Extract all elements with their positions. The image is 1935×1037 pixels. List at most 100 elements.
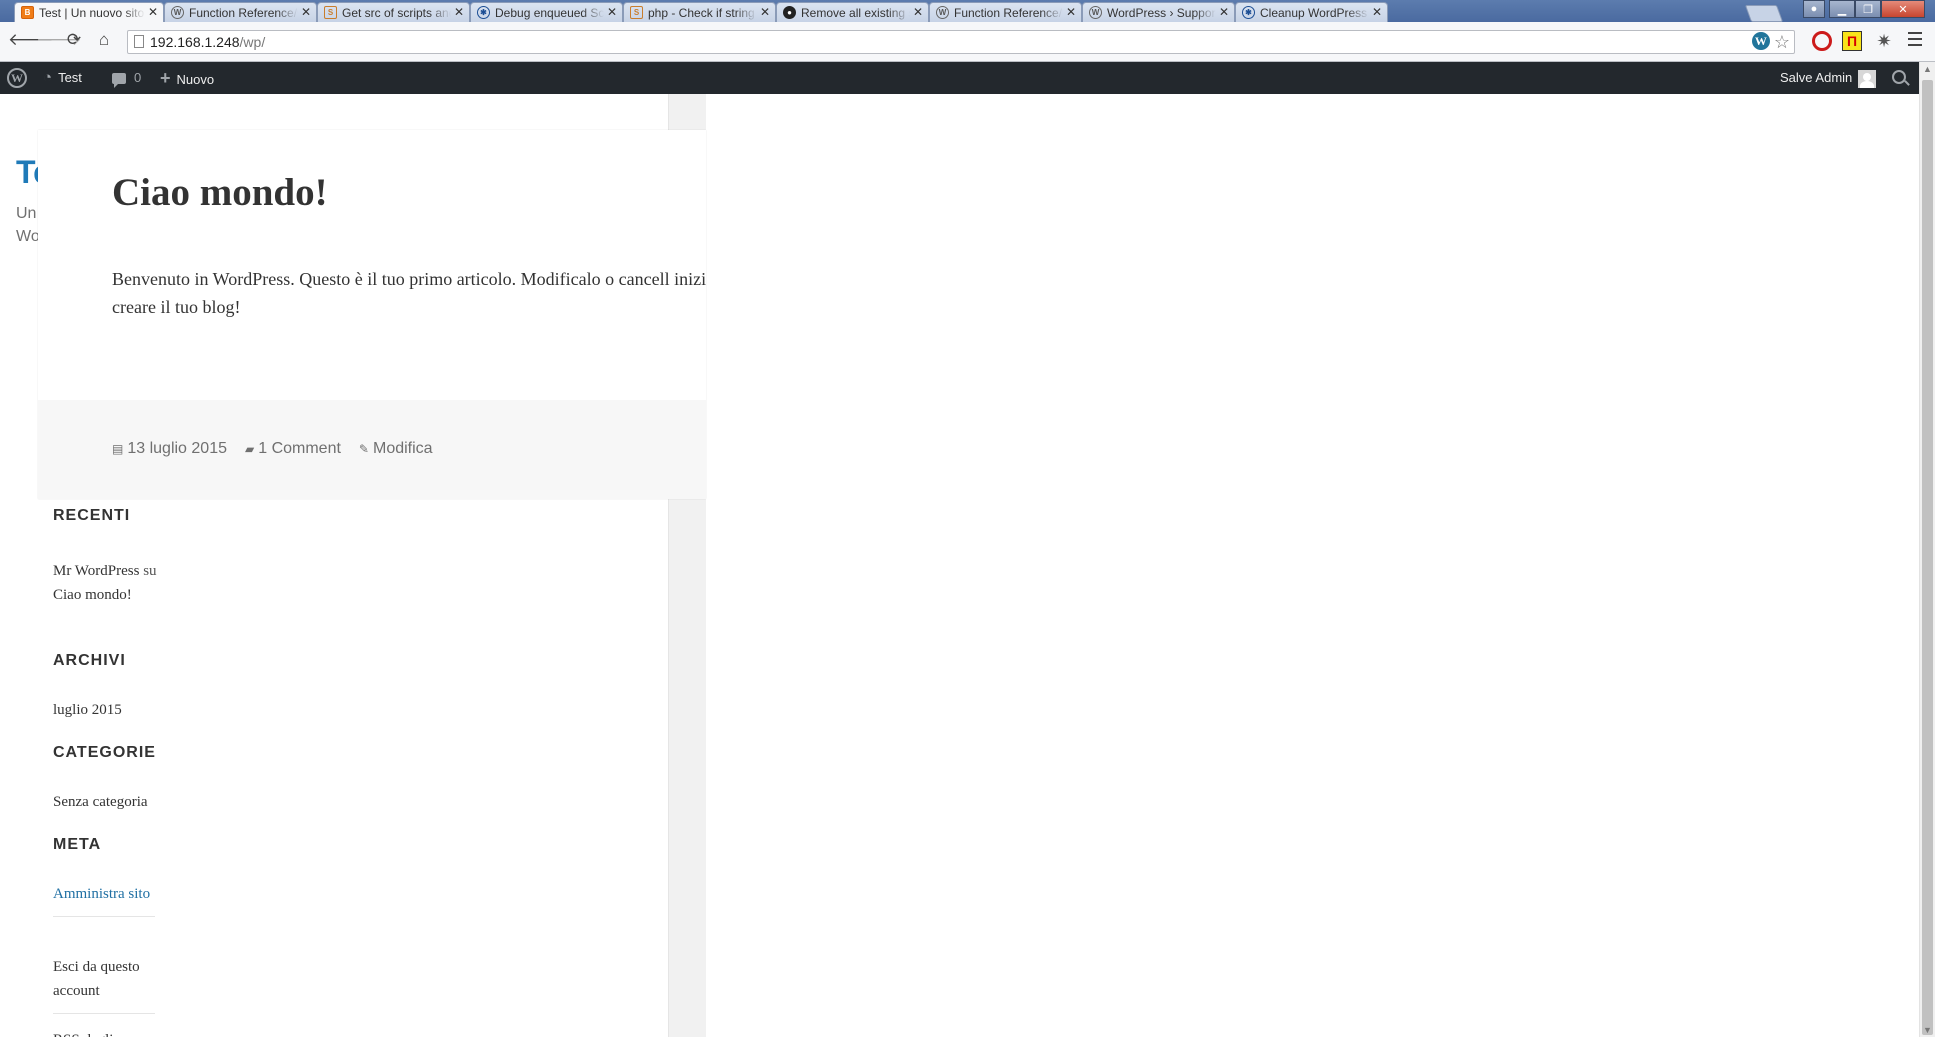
post-date-text: 13 luglio 2015 xyxy=(127,440,227,457)
post-footer: ▤ 13 luglio 2015 ▰ 1 Comment ✎ Modifica xyxy=(38,400,706,499)
adminbar-account[interactable]: Salve Admin xyxy=(1780,62,1877,94)
bookmark-star-icon[interactable]: ☆ xyxy=(1774,32,1790,52)
tab-debug-scripts[interactable]: ✱ Debug enqueued Scripts ✕ xyxy=(470,2,623,22)
close-tab-icon[interactable]: ✕ xyxy=(607,5,617,19)
user-profile-icon[interactable]: ● xyxy=(1803,0,1825,18)
tab-function-reference-1[interactable]: W Function Reference/wp fo ✕ xyxy=(164,2,317,22)
post-title[interactable]: Ciao mondo! xyxy=(112,170,328,215)
wp-admin-bar: W ◔ Test 0 + Nuovo Salve Admin xyxy=(0,62,1935,94)
wordpress-extension-icon[interactable]: W xyxy=(1751,32,1770,50)
wordpress-icon: W xyxy=(1089,6,1102,19)
tab-title: php - Check if string cont xyxy=(648,5,757,20)
meta-link-logout[interactable]: Esci da questo account xyxy=(53,955,155,1014)
calendar-icon: ▤ xyxy=(112,442,124,456)
tab-title: Function Reference/wp de xyxy=(954,5,1063,20)
close-tab-icon[interactable]: ✕ xyxy=(760,5,770,19)
url-host: 192.168.1.248 xyxy=(150,34,240,50)
page-icon xyxy=(134,35,144,48)
reload-icon[interactable]: ⟳ xyxy=(64,30,84,50)
tab-remove-scripts[interactable]: ● Remove all existing script ✕ xyxy=(776,2,929,22)
tab-get-src-scripts[interactable]: S Get src of scripts and style ✕ xyxy=(317,2,470,22)
close-tab-icon[interactable]: ✕ xyxy=(1372,5,1382,19)
wordpress-icon: W xyxy=(171,6,184,19)
close-window-button[interactable]: ✕ xyxy=(1881,0,1925,18)
post-comments-link[interactable]: ▰ 1 Comment xyxy=(245,440,341,458)
close-tab-icon[interactable]: ✕ xyxy=(148,5,158,19)
tab-wordpress-support[interactable]: W WordPress › Support » Re ✕ xyxy=(1082,2,1235,22)
magic-wand-extension-icon[interactable]: ✷ xyxy=(1874,31,1894,51)
post-edit-link[interactable]: ✎ Modifica xyxy=(359,440,433,458)
widget-title-meta: META xyxy=(53,836,102,853)
opera-extension-icon[interactable] xyxy=(1812,31,1832,51)
close-tab-icon[interactable]: ✕ xyxy=(301,5,311,19)
close-tab-icon[interactable]: ✕ xyxy=(454,5,464,19)
scroll-down-arrow-icon[interactable]: ▼ xyxy=(1923,1025,1932,1035)
tab-php-check-string[interactable]: S php - Check if string cont ✕ xyxy=(623,2,776,22)
meta-link-rss[interactable]: RSS degli xyxy=(53,1028,155,1037)
tab-strip: B Test | Un nuovo sito targa ✕ W Functio… xyxy=(0,0,1935,22)
category-link[interactable]: Senza categoria xyxy=(53,790,193,814)
widget-title-archives: ARCHIVI xyxy=(53,652,126,669)
stackoverflow-icon: S xyxy=(324,6,337,19)
browser-toolbar: 🡐 🡒 ⟳ ⌂ 192.168.1.248/wp/ W ☆ П ✷ xyxy=(0,22,1935,62)
tab-title: WordPress › Support » Re xyxy=(1107,5,1216,20)
tab-function-reference-2[interactable]: W Function Reference/wp de ✕ xyxy=(929,2,1082,22)
stackoverflow-icon: S xyxy=(630,6,643,19)
extension-p-icon[interactable]: П xyxy=(1842,31,1862,51)
wordpress-icon: W xyxy=(936,6,949,19)
recent-comment-item: Mr WordPress su Ciao mondo! xyxy=(53,559,158,607)
tab-title: Get src of scripts and style xyxy=(342,5,451,20)
tab-title: Remove all existing script xyxy=(801,5,910,20)
comment-icon: ▰ xyxy=(244,442,255,456)
address-bar[interactable]: 192.168.1.248/wp/ W ☆ xyxy=(127,30,1795,54)
close-tab-icon[interactable]: ✕ xyxy=(1066,5,1076,19)
window-controls: ● ▁ ❐ ✕ xyxy=(1803,0,1925,18)
close-tab-icon[interactable]: ✕ xyxy=(1219,5,1229,19)
page-viewport: Te Un Wo COMMENTI RECENTI Mr WordPress s… xyxy=(0,94,1919,1037)
pencil-icon: ✎ xyxy=(358,442,369,456)
adminbar-greeting: Salve Admin xyxy=(1780,70,1853,85)
new-tab-button[interactable] xyxy=(1744,5,1784,22)
wordpress-logo-icon[interactable]: W xyxy=(7,68,27,88)
comment-bubble-icon xyxy=(112,73,126,89)
github-icon: ● xyxy=(783,6,796,19)
search-icon[interactable] xyxy=(1892,70,1906,84)
widget-title-categories: CATEGORIE xyxy=(53,744,156,761)
tab-test-site[interactable]: B Test | Un nuovo sito targa ✕ xyxy=(14,2,164,22)
post-content: Benvenuto in WordPress. Questo è il tuo … xyxy=(112,269,706,317)
adminbar-site-name: Test xyxy=(58,70,82,85)
archive-link[interactable]: luglio 2015 xyxy=(53,698,158,722)
tab-title: Debug enqueued Scripts xyxy=(495,5,604,20)
recent-comment-on: su xyxy=(143,563,157,579)
recent-comment-author: Mr WordPress xyxy=(53,563,140,579)
plus-icon: + xyxy=(160,68,171,88)
comments-count: 0 xyxy=(134,70,142,85)
adminbar-new-label: Nuovo xyxy=(176,72,215,87)
dashboard-icon: ◔ xyxy=(43,69,53,86)
minimize-button[interactable]: ▁ xyxy=(1829,0,1855,18)
forward-arrow-icon[interactable]: 🡒 xyxy=(36,30,82,50)
tab-cleanup-head[interactable]: ✱ Cleanup WordPress Head ✕ xyxy=(1235,2,1388,22)
close-tab-icon[interactable]: ✕ xyxy=(913,5,923,19)
scroll-up-arrow-icon[interactable]: ▲ xyxy=(1923,64,1932,74)
maximize-button[interactable]: ❐ xyxy=(1855,0,1881,18)
scrollbar-thumb[interactable] xyxy=(1922,80,1933,1035)
adminbar-site-link[interactable]: ◔ Test xyxy=(43,62,82,94)
back-arrow-icon[interactable]: 🡐 xyxy=(8,30,54,50)
post-comments-text: 1 Comment xyxy=(258,440,341,457)
avatar xyxy=(1858,69,1877,88)
post-date[interactable]: ▤ 13 luglio 2015 xyxy=(112,440,227,458)
gear-icon: ✱ xyxy=(1242,6,1255,19)
adminbar-new[interactable]: + Nuovo xyxy=(160,62,214,94)
url-path: /wp/ xyxy=(239,34,266,50)
recent-comment-post-link[interactable]: Ciao mondo! xyxy=(53,587,132,603)
tab-title: Cleanup WordPress Head xyxy=(1260,5,1369,20)
adminbar-comments[interactable]: 0 xyxy=(112,62,141,94)
vertical-scrollbar[interactable]: ▲ ▼ xyxy=(1919,62,1935,1037)
meta-link-admin[interactable]: Amministra sito xyxy=(53,882,155,917)
home-icon[interactable]: ⌂ xyxy=(94,30,114,50)
post-edit-text: Modifica xyxy=(372,440,433,457)
gear-icon: ✱ xyxy=(477,6,490,19)
menu-icon[interactable] xyxy=(1908,32,1922,50)
post-article: Ciao mondo! Benvenuto in WordPress. Ques… xyxy=(38,130,706,499)
